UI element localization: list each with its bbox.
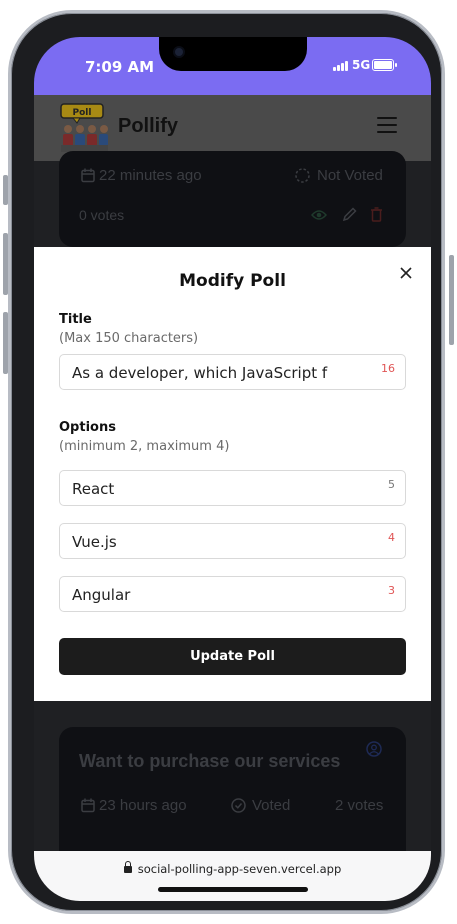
trash-icon[interactable] xyxy=(370,207,383,222)
browser-bar: social-polling-app-seven.vercel.app xyxy=(34,851,431,901)
vote-count: 0 votes xyxy=(79,207,125,223)
option-input[interactable]: Angular 3 xyxy=(59,576,406,612)
url-bar[interactable]: social-polling-app-seven.vercel.app xyxy=(34,861,431,876)
update-poll-button[interactable]: Update Poll xyxy=(59,638,406,675)
calendar-icon xyxy=(81,798,95,813)
battery-icon xyxy=(372,59,397,71)
option-input[interactable]: Vue.js 4 xyxy=(59,523,406,559)
status-time: 7:09 AM xyxy=(85,58,155,76)
network-label: 5G xyxy=(352,58,371,72)
lock-icon xyxy=(123,861,132,873)
front-camera xyxy=(173,46,185,58)
poll-card[interactable]: Want to purchase our services 23 hours a… xyxy=(59,727,406,867)
modal-title: Modify Poll xyxy=(179,271,286,291)
option-char-counter: 4 xyxy=(388,531,395,544)
user-circle-icon xyxy=(366,741,382,757)
vote-count: 2 votes xyxy=(335,797,384,814)
not-voted-icon xyxy=(295,168,310,183)
vote-status: Not Voted xyxy=(317,167,383,184)
title-label: Title xyxy=(59,312,92,327)
calendar-icon xyxy=(81,168,95,183)
options-hint: (minimum 2, maximum 4) xyxy=(59,439,230,454)
poll-time-ago: 22 minutes ago xyxy=(99,167,202,184)
poll-title-input[interactable]: As a developer, which JavaScript f 16 xyxy=(59,354,406,390)
pencil-icon[interactable] xyxy=(342,207,357,222)
options-label: Options xyxy=(59,420,116,435)
pollify-logo-icon[interactable]: Poll xyxy=(59,103,109,153)
url-text: social-polling-app-seven.vercel.app xyxy=(137,862,342,876)
phone-screen: 7:09 AM 5G Poll Pollify 22 minutes ago N… xyxy=(34,37,431,901)
option-value: React xyxy=(72,480,115,498)
check-circle-icon xyxy=(231,798,246,813)
status-bar: 7:09 AM 5G xyxy=(34,37,431,95)
title-hint: (Max 150 characters) xyxy=(59,331,199,346)
power-button xyxy=(449,255,454,345)
poll-title: Want to purchase our services xyxy=(79,751,341,771)
option-input[interactable]: React 5 xyxy=(59,470,406,506)
brand-name: Pollify xyxy=(118,115,179,137)
hamburger-menu-icon[interactable] xyxy=(377,117,397,133)
home-indicator[interactable] xyxy=(158,887,308,892)
poll-time-ago: 23 hours ago xyxy=(99,797,187,814)
svg-text:Poll: Poll xyxy=(73,108,92,118)
option-char-counter: 3 xyxy=(388,584,395,597)
title-char-counter: 16 xyxy=(381,362,395,375)
option-value: Vue.js xyxy=(72,533,117,551)
poll-title-value: As a developer, which JavaScript f xyxy=(72,364,328,382)
option-value: Angular xyxy=(72,586,131,604)
vote-status: Voted xyxy=(252,797,291,814)
eye-icon[interactable] xyxy=(311,209,327,221)
modify-poll-modal: Modify Poll Title (Max 150 characters) A… xyxy=(34,247,431,701)
close-icon[interactable] xyxy=(396,263,416,283)
option-char-counter: 5 xyxy=(388,478,395,491)
poll-card[interactable]: 22 minutes ago Not Voted 0 votes xyxy=(59,151,406,247)
